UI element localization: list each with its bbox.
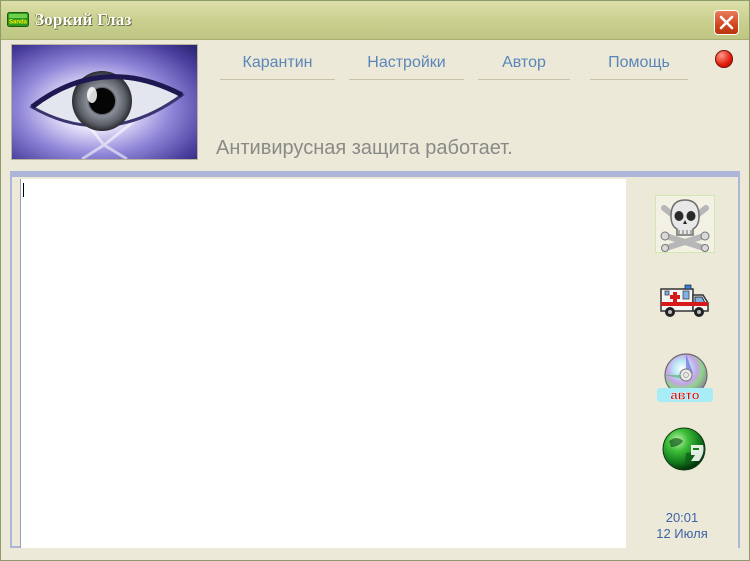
window-title: Зоркий Глаз <box>35 10 132 29</box>
content-area: авто 20:01 12 Июля <box>10 171 740 548</box>
ambulance-icon <box>660 284 709 317</box>
protection-status: Антивирусная защита работает. <box>216 137 513 159</box>
menu-item-label: Помощь <box>608 54 670 71</box>
close-icon <box>719 15 734 30</box>
app-icon: Sanda <box>7 12 29 27</box>
autorun-button[interactable]: авто <box>655 351 715 409</box>
clock-display: 20:01 12 Июля <box>632 510 732 542</box>
menu-item-help[interactable]: Помощь <box>590 52 688 80</box>
app-icon-label: Sanda <box>9 20 28 26</box>
eye-logo <box>11 44 198 160</box>
menu-item-label: Карантин <box>242 54 313 71</box>
green-globe-icon <box>662 427 706 471</box>
stop-indicator-icon[interactable] <box>715 50 733 68</box>
menu-item-settings[interactable]: Настройки <box>349 52 464 80</box>
skull-crossbones-icon <box>660 199 710 252</box>
title-bar[interactable]: Sanda Зоркий Глаз <box>1 1 749 40</box>
menu-item-label: Автор <box>502 54 546 71</box>
tool-panel: авто 20:01 12 Июля <box>626 177 738 548</box>
header-panel: Карантин Настройки Автор Помощь Антивиру… <box>2 40 748 172</box>
clock-time: 20:01 <box>665 510 699 525</box>
menu-item-author[interactable]: Автор <box>478 52 570 80</box>
main-window: Sanda Зоркий Глаз Карантин Настройки Авт… <box>0 0 750 561</box>
cd-disc-icon: авто <box>657 353 713 403</box>
window-bottom-frame <box>1 549 749 560</box>
menu-item-quarantine[interactable]: Карантин <box>220 52 335 80</box>
eye-logo-image <box>12 45 197 159</box>
close-button[interactable] <box>714 10 739 35</box>
log-textarea[interactable] <box>20 179 627 548</box>
cure-button[interactable] <box>655 275 715 333</box>
scan-button[interactable] <box>655 195 715 253</box>
autorun-label: авто <box>670 388 699 403</box>
text-caret <box>23 183 24 197</box>
clock-date: 12 Июля <box>656 526 708 541</box>
update-button[interactable] <box>655 423 715 481</box>
menu-item-label: Настройки <box>367 54 446 71</box>
